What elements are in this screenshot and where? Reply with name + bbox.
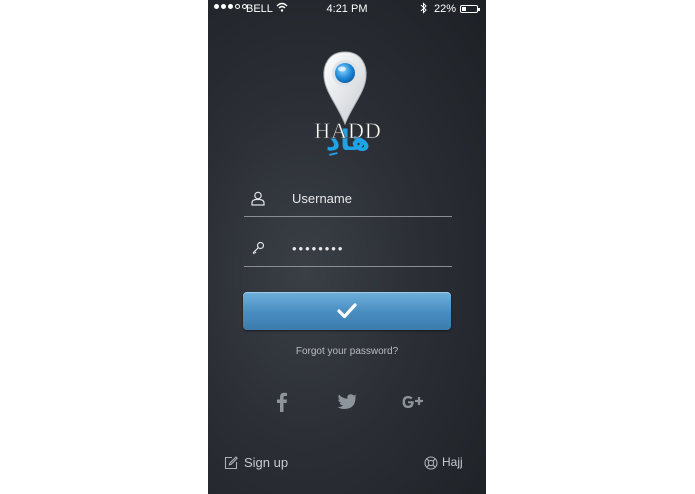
signup-label[interactable]: Sign up [244, 455, 288, 470]
password-field[interactable]: •••••••• [244, 236, 452, 267]
key-icon [252, 241, 265, 255]
twitter-icon[interactable] [333, 388, 361, 416]
logo-latin-text: HADD [314, 118, 382, 144]
facebook-icon[interactable] [268, 388, 296, 416]
login-button[interactable] [243, 292, 451, 330]
edit-icon [224, 456, 238, 470]
checkmark-icon [337, 303, 357, 319]
google-plus-icon[interactable] [398, 388, 426, 416]
hajj-label[interactable]: Hajj [442, 455, 463, 469]
battery-percent: 22% [434, 3, 457, 15]
username-input[interactable]: Username [292, 191, 352, 206]
app-screen: BELL 4:21 PM 22% هادِ HADD Username ••••… [208, 0, 486, 494]
lifebuoy-icon [424, 456, 438, 470]
password-input[interactable]: •••••••• [292, 241, 344, 256]
username-field[interactable]: Username [244, 186, 452, 217]
bluetooth-icon [420, 2, 427, 14]
battery-icon [460, 5, 480, 13]
app-logo: هادِ HADD [278, 44, 418, 162]
user-icon [251, 191, 265, 206]
status-bar: BELL 4:21 PM 22% [208, 0, 486, 18]
forgot-password-link[interactable]: Forgot your password? [208, 346, 486, 357]
